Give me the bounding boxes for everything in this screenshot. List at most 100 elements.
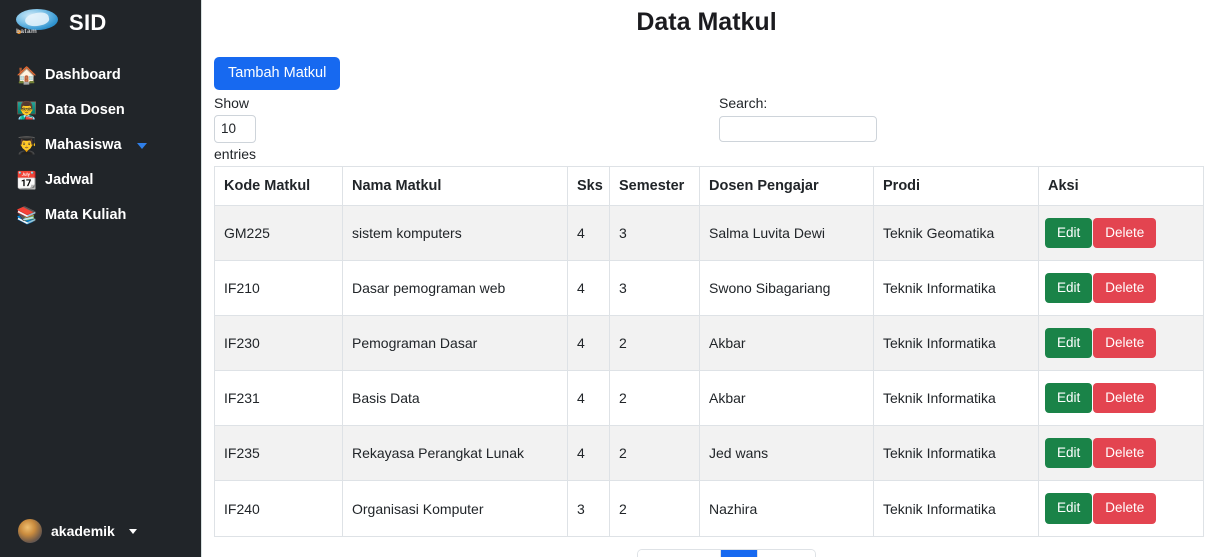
- sidebar-item-mata-kuliah[interactable]: 📚 Mata Kuliah: [0, 198, 201, 233]
- cell-semester: 2: [609, 370, 700, 427]
- cell-aksi: Edit Delete: [1038, 425, 1204, 482]
- sidebar-item-mahasiswa[interactable]: 👨‍🎓 Mahasiswa: [0, 128, 201, 163]
- datatable-footer: Showing 1 to 6 of 6 entries Previous 1 N…: [212, 545, 1201, 557]
- table-head: Kode Matkul Nama Matkul Sks Semester Dos…: [214, 165, 1204, 206]
- brand-logo-caption: batam: [16, 28, 38, 35]
- cell-aksi: Edit Delete: [1038, 480, 1204, 537]
- cell-nama: sistem komputers: [342, 204, 568, 261]
- cell-aksi: Edit Delete: [1038, 259, 1204, 316]
- cell-prodi: Teknik Informatika: [873, 314, 1039, 372]
- cell-semester: 3: [609, 204, 700, 261]
- search-input[interactable]: [719, 115, 877, 142]
- sidebar-item-data-dosen[interactable]: 👨‍🏫 Data Dosen: [0, 93, 201, 128]
- content-area: Tambah Matkul Show 10 entries Search: Ko…: [202, 39, 1211, 557]
- cell-nama: Rekayasa Perangkat Lunak: [342, 425, 568, 482]
- table-row: IF235 Rekayasa Perangkat Lunak 4 2 Jed w…: [214, 425, 1204, 482]
- uib-batam-logo-icon: batam: [14, 8, 60, 38]
- cell-dosen: Jed wans: [699, 425, 874, 482]
- sidebar-item-label: Mahasiswa: [45, 137, 122, 154]
- delete-button[interactable]: Delete: [1093, 272, 1157, 303]
- edit-button[interactable]: Edit: [1045, 493, 1093, 524]
- column-header-kode-matkul[interactable]: Kode Matkul: [214, 165, 343, 206]
- caret-down-icon[interactable]: [128, 528, 137, 534]
- pagination-next[interactable]: Next: [758, 549, 816, 557]
- cell-sks: 4: [567, 370, 610, 427]
- edit-button[interactable]: Edit: [1045, 438, 1093, 469]
- sidebar-item-jadwal[interactable]: 📆 Jadwal: [0, 163, 201, 198]
- sidebar-item-label: Dashboard: [45, 67, 121, 84]
- cell-kode: IF230: [214, 314, 343, 372]
- cell-sks: 4: [567, 314, 610, 372]
- matkul-table: Kode Matkul Nama Matkul Sks Semester Dos…: [214, 165, 1204, 537]
- column-header-dosen-pengajar[interactable]: Dosen Pengajar: [699, 165, 874, 206]
- table-row: IF230 Pemograman Dasar 4 2 Akbar Teknik …: [214, 314, 1204, 372]
- entries-label: entries: [214, 145, 257, 162]
- edit-button[interactable]: Edit: [1045, 217, 1093, 248]
- column-header-prodi[interactable]: Prodi: [873, 165, 1039, 206]
- cell-dosen: Nazhira: [699, 480, 874, 537]
- pagination-previous[interactable]: Previous: [638, 549, 722, 557]
- student-icon: 👨‍🎓: [16, 136, 38, 155]
- cell-semester: 3: [609, 259, 700, 316]
- sidebar-user-menu[interactable]: akademik: [0, 511, 202, 551]
- sidebar-item-label: Data Dosen: [45, 102, 125, 119]
- cell-prodi: Teknik Informatika: [873, 370, 1039, 427]
- table-header-row: Kode Matkul Nama Matkul Sks Semester Dos…: [214, 165, 1204, 206]
- column-header-semester[interactable]: Semester: [609, 165, 700, 206]
- cell-kode: IF240: [214, 480, 343, 537]
- page-length-label: Show: [214, 94, 250, 111]
- table-row: IF210 Dasar pemograman web 4 3 Swono Sib…: [214, 259, 1204, 316]
- cell-prodi: Teknik Geomatika: [873, 204, 1039, 261]
- column-header-nama-matkul[interactable]: Nama Matkul: [342, 165, 568, 206]
- cell-prodi: Teknik Informatika: [873, 480, 1039, 537]
- datatable-controls: Show 10 entries Search:: [212, 94, 1201, 166]
- delete-button[interactable]: Delete: [1093, 438, 1157, 469]
- cell-kode: IF231: [214, 370, 343, 427]
- table-row: GM225 sistem komputers 4 3 Salma Luvita …: [214, 204, 1204, 261]
- pagination-page-1[interactable]: 1: [721, 549, 759, 557]
- sidebar-item-label: Mata Kuliah: [45, 207, 127, 224]
- add-matkul-button[interactable]: Tambah Matkul: [214, 57, 341, 90]
- column-header-aksi: Aksi: [1038, 165, 1204, 206]
- sidebar-user-name: akademik: [51, 523, 115, 539]
- cell-sks: 4: [567, 204, 610, 261]
- cell-sks: 4: [567, 259, 610, 316]
- cell-nama: Dasar pemograman web: [342, 259, 568, 316]
- cell-kode: GM225: [214, 204, 343, 261]
- page-length-select[interactable]: 10: [214, 114, 256, 143]
- avatar: [18, 519, 42, 543]
- sidebar: batam SID 🏠 Dashboard 👨‍🏫 Data Dosen 👨‍🎓…: [0, 0, 202, 557]
- edit-button[interactable]: Edit: [1045, 272, 1093, 303]
- sidebar-item-dashboard[interactable]: 🏠 Dashboard: [0, 58, 201, 93]
- books-icon: 📚: [16, 206, 38, 225]
- cell-dosen: Akbar: [699, 370, 874, 427]
- cell-kode: IF210: [214, 259, 343, 316]
- table-body: GM225 sistem komputers 4 3 Salma Luvita …: [214, 204, 1204, 537]
- column-header-sks[interactable]: Sks: [567, 165, 610, 206]
- cell-nama: Pemograman Dasar: [342, 314, 568, 372]
- edit-button[interactable]: Edit: [1045, 327, 1093, 359]
- delete-button[interactable]: Delete: [1093, 493, 1157, 524]
- cell-aksi: Edit Delete: [1038, 204, 1204, 261]
- page-title: Data Matkul: [636, 8, 777, 36]
- cell-dosen: Salma Luvita Dewi: [699, 204, 874, 261]
- cell-prodi: Teknik Informatika: [873, 425, 1039, 482]
- pagination: Previous 1 Next: [637, 548, 817, 557]
- edit-button[interactable]: Edit: [1045, 383, 1093, 414]
- main-content: Data Matkul Tambah Matkul Show 10 entrie…: [202, 0, 1211, 557]
- delete-button[interactable]: Delete: [1093, 327, 1157, 359]
- app-root: batam SID 🏠 Dashboard 👨‍🏫 Data Dosen 👨‍🎓…: [0, 0, 1211, 557]
- brand[interactable]: batam SID: [0, 0, 201, 48]
- delete-button[interactable]: Delete: [1093, 383, 1157, 414]
- cell-dosen: Swono Sibagariang: [699, 259, 874, 316]
- delete-button[interactable]: Delete: [1093, 217, 1157, 248]
- sidebar-item-label: Jadwal: [45, 172, 94, 189]
- chevron-down-icon[interactable]: [136, 142, 147, 149]
- table-row: IF231 Basis Data 4 2 Akbar Teknik Inform…: [214, 370, 1204, 427]
- cell-nama: Basis Data: [342, 370, 568, 427]
- cell-aksi: Edit Delete: [1038, 370, 1204, 427]
- cell-semester: 2: [609, 425, 700, 482]
- cell-sks: 3: [567, 480, 610, 537]
- cell-semester: 2: [609, 314, 700, 372]
- search-label: Search:: [719, 94, 768, 111]
